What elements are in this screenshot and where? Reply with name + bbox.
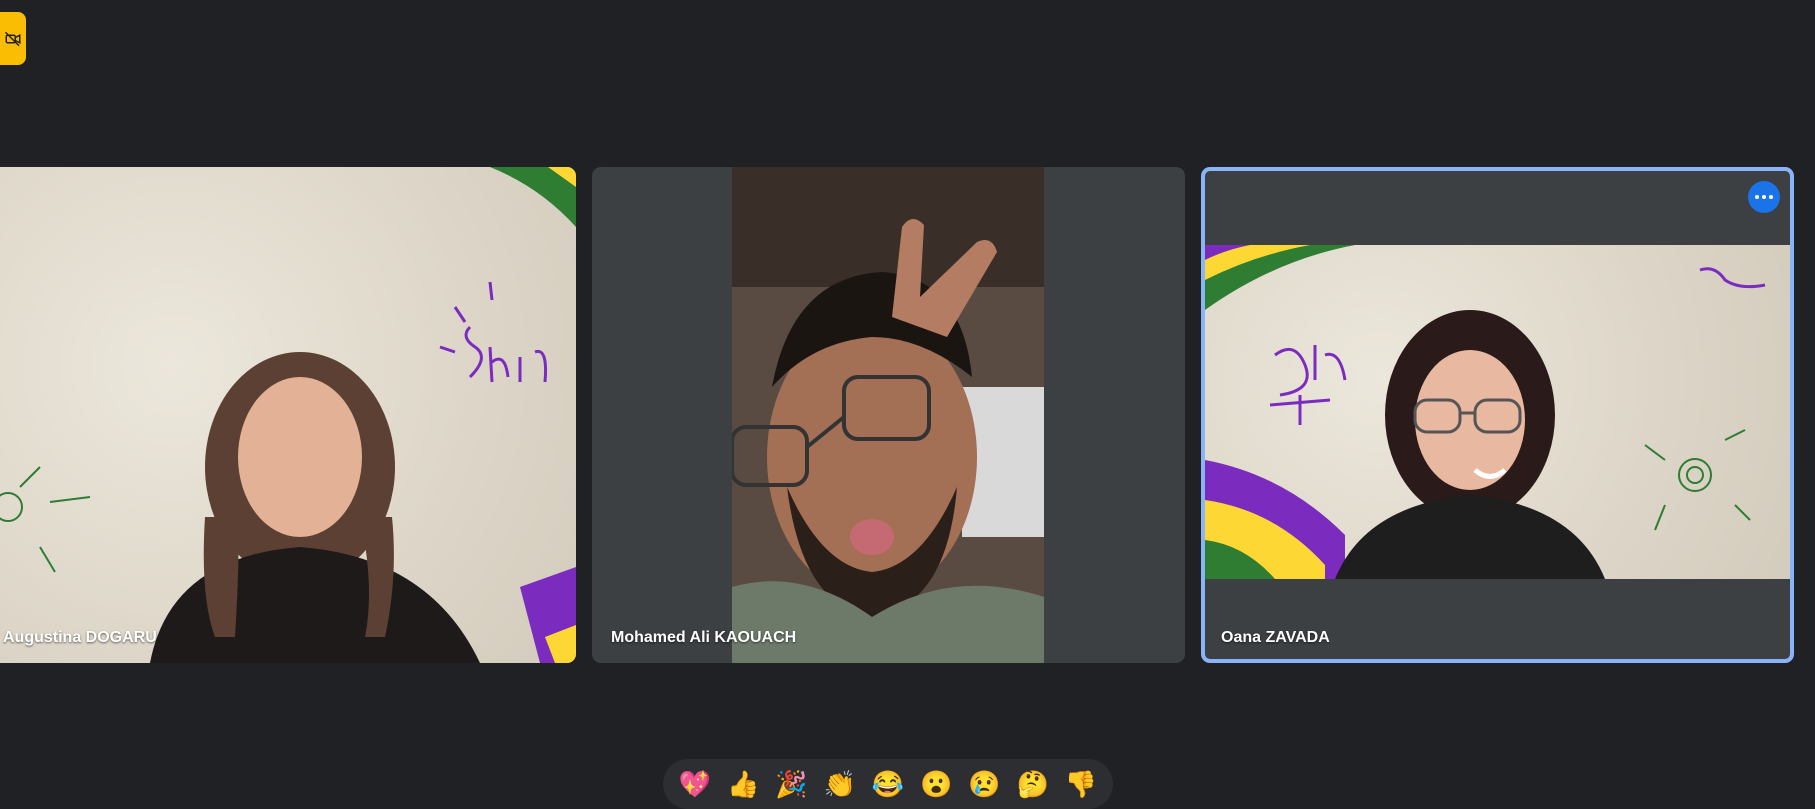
tears-of-joy-icon[interactable]: 😂	[871, 767, 905, 801]
thumbs-down-icon[interactable]: 👎	[1064, 767, 1098, 801]
virtual-background-art	[1205, 245, 1766, 579]
more-options-button[interactable]	[1748, 181, 1780, 213]
video-feed	[732, 167, 1044, 663]
clapping-hands-icon[interactable]: 👏	[823, 767, 857, 801]
participant-tile-augustina[interactable]: Augustina DOGARU	[0, 167, 576, 663]
more-dot-icon	[1769, 195, 1773, 199]
video-frame	[732, 167, 1044, 663]
more-dot-icon	[1762, 195, 1766, 199]
participant-tile-mohamed[interactable]: Mohamed Ali KAOUACH	[592, 167, 1185, 663]
participant-name: Oana ZAVADA	[1221, 629, 1330, 646]
participant-name: Mohamed Ali KAOUACH	[611, 629, 797, 646]
more-dot-icon	[1755, 195, 1759, 199]
reactions-bar: 💖 👍 🎉 👏 😂 😮 😢 🤔 👎	[663, 759, 1113, 809]
participant-tile-oana[interactable]: Oana ZAVADA	[1201, 167, 1794, 663]
camera-off-indicator-button[interactable]	[0, 12, 26, 65]
virtual-background-art	[0, 167, 576, 663]
video-feed	[1205, 245, 1790, 579]
crying-face-icon[interactable]: 😢	[967, 767, 1001, 801]
surprised-face-icon[interactable]: 😮	[919, 767, 953, 801]
thumbs-up-icon[interactable]: 👍	[726, 767, 760, 801]
thinking-face-icon[interactable]: 🤔	[1016, 767, 1050, 801]
participant-name: Augustina DOGARU	[3, 629, 157, 646]
video-feed	[0, 167, 576, 663]
party-popper-icon[interactable]: 🎉	[775, 767, 809, 801]
video-off-icon	[4, 31, 21, 46]
sparkling-heart-icon[interactable]: 💖	[678, 767, 712, 801]
